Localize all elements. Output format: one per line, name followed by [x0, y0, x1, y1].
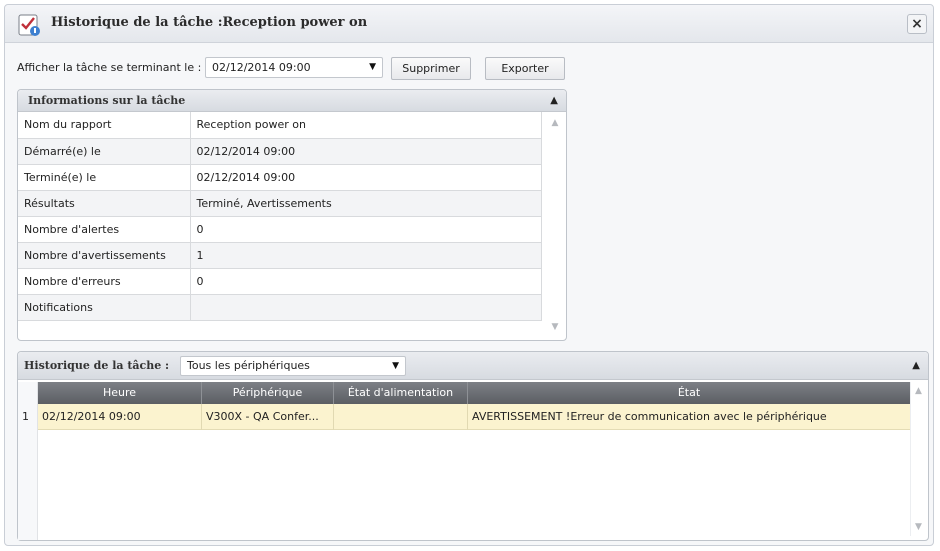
- history-grid-header: Heure Périphérique État d'alimentation É…: [38, 382, 910, 404]
- info-value: 0: [190, 268, 542, 295]
- history-scrollbar[interactable]: ▲ ▼: [910, 382, 926, 536]
- info-row: Nombre d'erreurs 0: [18, 268, 542, 295]
- cell-time: 02/12/2014 09:00: [38, 404, 202, 430]
- info-key: Nom du rapport: [18, 112, 191, 139]
- export-button[interactable]: Exporter: [485, 57, 565, 80]
- scroll-up-icon[interactable]: ▲: [911, 386, 926, 396]
- collapse-up-icon[interactable]: ▲: [550, 90, 558, 112]
- info-key: Nombre d'alertes: [18, 216, 191, 243]
- info-key: Nombre d'avertissements: [18, 242, 191, 269]
- task-history-dialog: Historique de la tâche : Reception power …: [4, 4, 934, 546]
- task-info-table: Nom du rapport Reception power on Démarré…: [18, 112, 542, 321]
- end-date-select[interactable]: 02/12/2014 09:00 ▼: [205, 57, 383, 78]
- info-key: Terminé(e) le: [18, 164, 191, 191]
- info-row: Démarré(e) le 02/12/2014 09:00: [18, 138, 542, 165]
- cell-device: V300X - QA Confer...: [202, 404, 334, 430]
- info-row: Nom du rapport Reception power on: [18, 112, 542, 139]
- chevron-down-icon: ▼: [369, 62, 376, 72]
- window-title: Historique de la tâche :Reception power …: [51, 15, 368, 30]
- info-value: 02/12/2014 09:00: [190, 164, 542, 191]
- task-history-header[interactable]: Historique de la tâche : ▲: [18, 352, 928, 380]
- info-row: Nombre d'alertes 0: [18, 216, 542, 243]
- info-value: [190, 294, 542, 321]
- cell-state: AVERTISSEMENT !Erreur de communication a…: [472, 410, 827, 423]
- end-date-value: 02/12/2014 09:00: [212, 61, 311, 74]
- info-value: Terminé, Avertissements: [190, 190, 542, 217]
- info-key: Démarré(e) le: [18, 138, 191, 165]
- delete-button[interactable]: Supprimer: [391, 57, 471, 80]
- info-row: Notifications: [18, 294, 542, 321]
- info-scrollbar[interactable]: ▲ ▼: [548, 114, 562, 334]
- table-row[interactable]: 1 02/12/2014 09:00 V300X - QA Confer... …: [18, 404, 910, 430]
- info-value: 1: [190, 242, 542, 269]
- info-row: Nombre d'avertissements 1: [18, 242, 542, 269]
- end-date-filter-label: Afficher la tâche se terminant le :: [17, 61, 202, 74]
- chevron-down-icon: ▼: [392, 361, 399, 371]
- scroll-down-icon[interactable]: ▼: [548, 322, 562, 332]
- column-header-power-state[interactable]: État d'alimentation: [334, 382, 468, 404]
- column-header-state[interactable]: État: [468, 382, 910, 404]
- task-history-panel: Historique de la tâche : ▲ Tous les péri…: [17, 351, 929, 541]
- info-value: 0: [190, 216, 542, 243]
- scroll-down-icon[interactable]: ▼: [911, 522, 926, 532]
- device-filter-select[interactable]: Tous les périphériques ▼: [180, 356, 406, 376]
- info-key: Résultats: [18, 190, 191, 217]
- close-button[interactable]: ×: [907, 14, 927, 34]
- column-header-time[interactable]: Heure: [38, 382, 202, 404]
- task-info-title: Informations sur la tâche: [28, 94, 186, 107]
- info-value: 02/12/2014 09:00: [190, 138, 542, 165]
- info-value: Reception power on: [190, 112, 542, 139]
- info-key: Nombre d'erreurs: [18, 268, 191, 295]
- info-row: Résultats Terminé, Avertissements: [18, 190, 542, 217]
- column-header-device[interactable]: Périphérique: [202, 382, 334, 404]
- task-checklist-icon: [18, 14, 40, 36]
- scroll-up-icon[interactable]: ▲: [548, 118, 562, 128]
- task-info-header[interactable]: Informations sur la tâche ▲: [18, 90, 566, 112]
- row-number: 1: [22, 410, 29, 423]
- info-row: Terminé(e) le 02/12/2014 09:00: [18, 164, 542, 191]
- task-history-title: Historique de la tâche :: [24, 359, 170, 372]
- device-filter-value: Tous les périphériques: [187, 359, 310, 372]
- row-cells: 02/12/2014 09:00 V300X - QA Confer... AV…: [38, 404, 910, 430]
- title-bar: Historique de la tâche :Reception power …: [5, 5, 933, 43]
- collapse-up-icon[interactable]: ▲: [912, 352, 920, 380]
- task-info-panel: Informations sur la tâche ▲ Nom du rappo…: [17, 89, 567, 341]
- info-key: Notifications: [18, 294, 191, 321]
- cell-power-state: [334, 404, 468, 430]
